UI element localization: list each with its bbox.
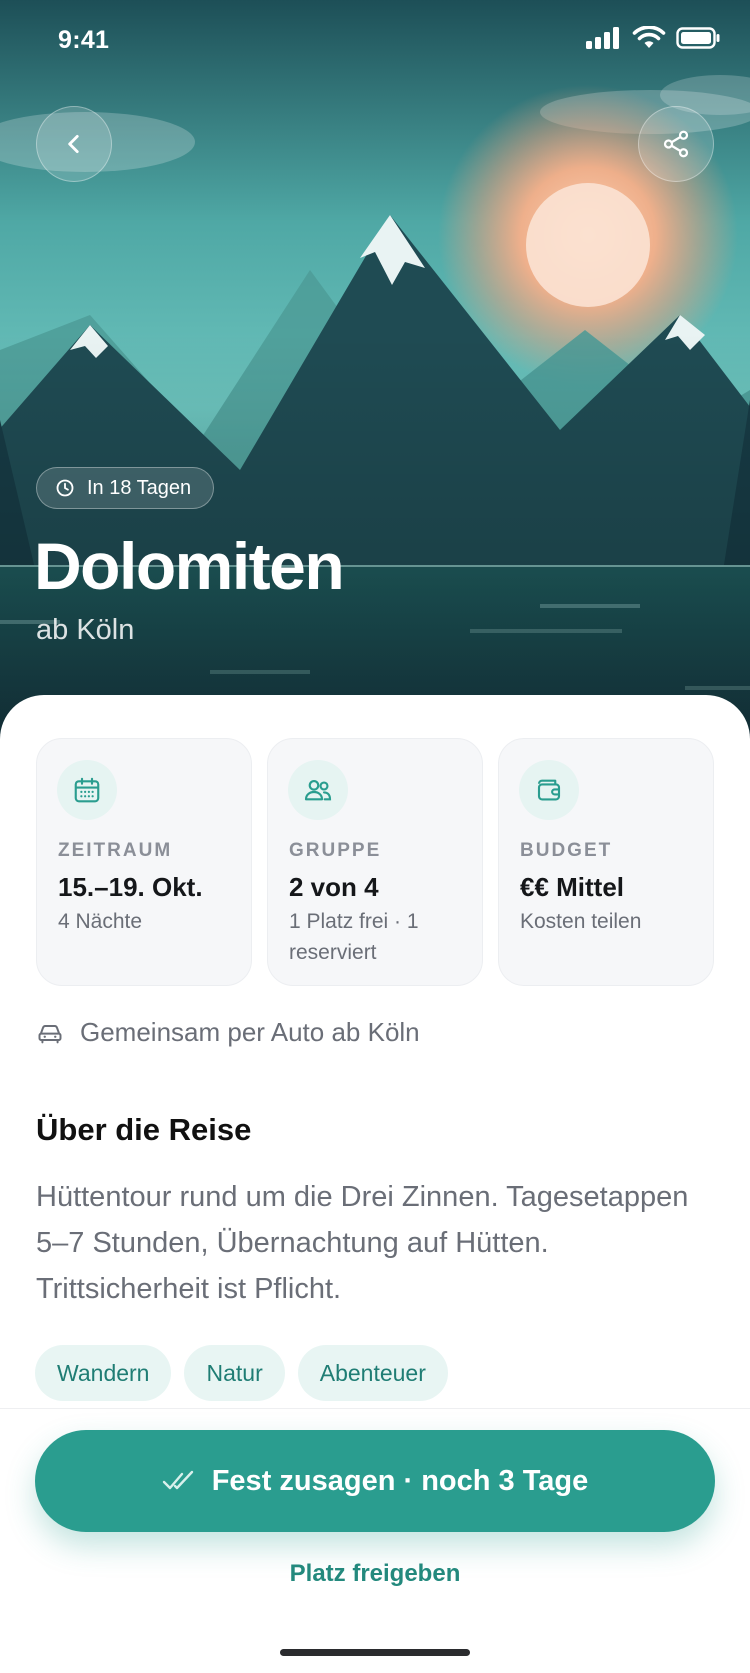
trip-origin: ab Köln: [36, 614, 135, 646]
clock-icon: [56, 479, 74, 497]
wallet-icon: [537, 779, 561, 801]
battery-icon: [676, 27, 720, 49]
info-card-label: BUDGET: [520, 840, 613, 861]
back-button[interactable]: [36, 106, 112, 182]
info-card-value: 15.–19. Okt.: [58, 872, 203, 902]
car-icon: [38, 1024, 62, 1043]
chevron-left-icon: [68, 135, 79, 153]
info-card-value: €€ Mittel: [520, 872, 625, 902]
countdown-text: In 18 Tagen: [87, 476, 192, 499]
users-icon-bubble: [288, 760, 348, 820]
home-indicator[interactable]: [280, 1649, 470, 1656]
transport-info: Gemeinsam per Auto ab Köln: [36, 1017, 420, 1048]
info-card-label: ZEITRAUM: [58, 840, 173, 861]
share-icon: [663, 130, 689, 158]
info-card-sub: 4 Nächte: [58, 910, 143, 933]
tag-list: Wandern Natur Abenteuer: [35, 1345, 448, 1401]
info-card-zeitraum: ZEITRAUM 15.–19. Okt. 4 Nächte: [36, 738, 252, 986]
calendar-icon: [74, 777, 100, 803]
users-icon: [304, 780, 332, 801]
status-icons: [586, 26, 720, 50]
info-card-label: GRUPPE: [289, 840, 382, 861]
info-card-sub: 1 Platz frei · 1 reserviert: [289, 910, 419, 964]
status-time: 9:41: [58, 26, 110, 54]
info-card-budget: BUDGET €€ Mittel Kosten teilen: [498, 738, 714, 986]
double-check-icon: [162, 1470, 193, 1490]
release-spot-link[interactable]: Platz freigeben: [0, 1560, 750, 1588]
tag-chip[interactable]: Abenteuer: [297, 1345, 448, 1401]
signal-icon: [586, 27, 619, 49]
wallet-icon-bubble: [519, 760, 579, 820]
hero-image: 9:41 In 18 Tagen Dolomiten ab Köln: [0, 0, 750, 740]
transport-text: Gemeinsam per Auto ab Köln: [80, 1017, 420, 1047]
about-title: Über die Reise: [36, 1112, 252, 1147]
trip-title: Dolomiten: [34, 529, 345, 603]
share-button[interactable]: [638, 106, 714, 182]
confirm-button-label: Fest zusagen · noch 3 Tage: [211, 1464, 589, 1497]
status-bar: 9:41: [0, 0, 750, 84]
footer-divider: [0, 1408, 750, 1409]
calendar-icon-bubble: [57, 760, 117, 820]
info-card-sub: Kosten teilen: [520, 910, 642, 933]
wifi-icon: [632, 26, 666, 48]
info-card-gruppe: GRUPPE 2 von 4 1 Platz frei · 1 reservie…: [267, 738, 483, 986]
countdown-badge: In 18 Tagen: [36, 467, 215, 509]
about-description: Hüttentour rund um die Drei Zinnen. Tage…: [36, 1181, 689, 1305]
confirm-button[interactable]: Fest zusagen · noch 3 Tage: [35, 1430, 715, 1532]
info-card-value: 2 von 4: [289, 872, 379, 902]
tag-chip[interactable]: Natur: [184, 1345, 285, 1401]
tag-chip[interactable]: Wandern: [35, 1345, 172, 1401]
